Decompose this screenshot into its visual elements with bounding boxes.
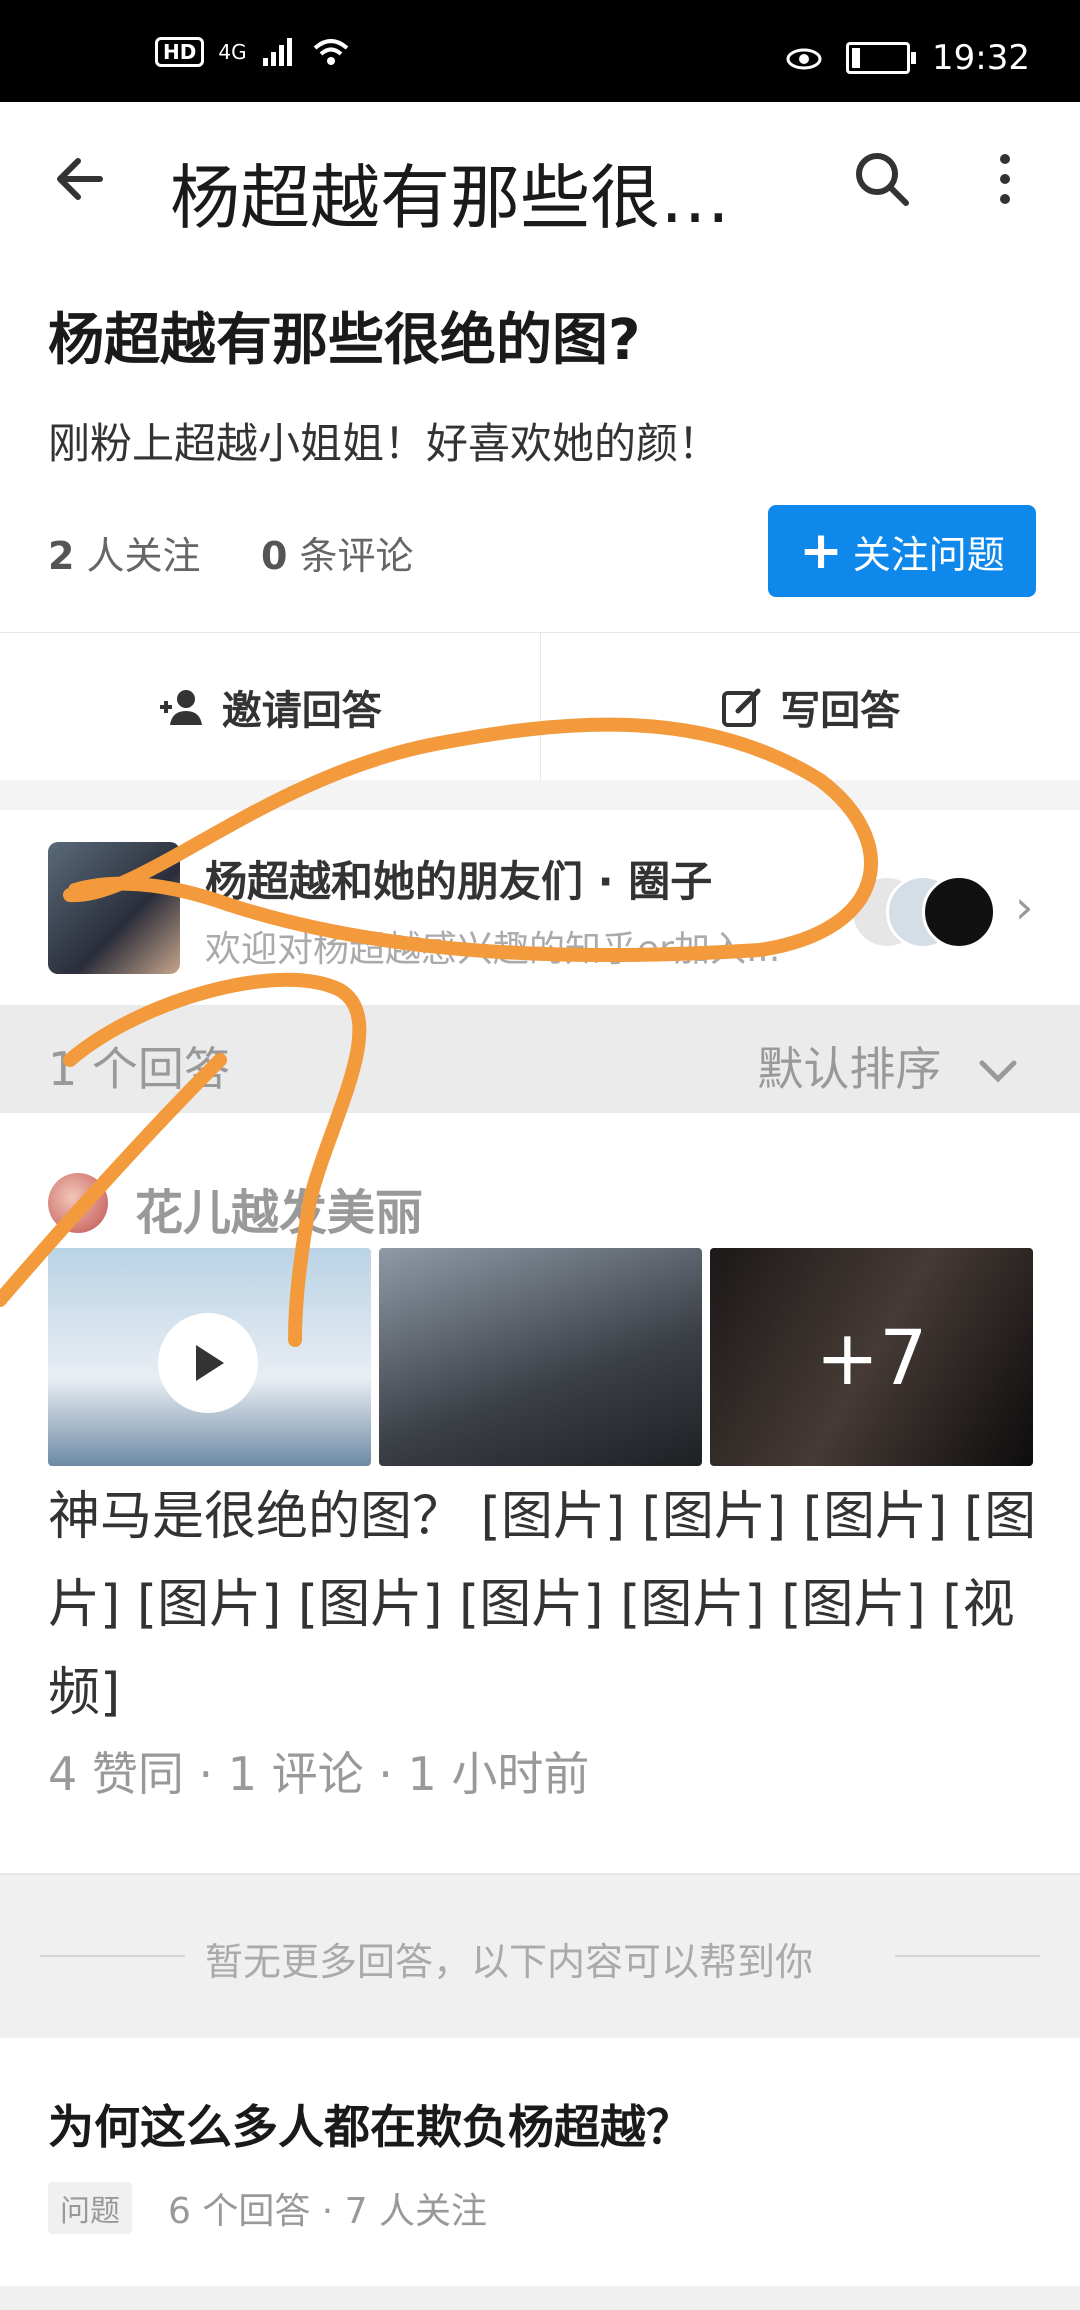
answer-video-thumbnail[interactable] (48, 1248, 371, 1466)
invite-answer-label: 邀请回答 (221, 688, 382, 734)
no-more-answers: 暂无更多回答，以下内容可以帮到你 (0, 1873, 1080, 2038)
followers-label: 人关注 (86, 534, 201, 578)
app-bar: 杨超越有那些很… (0, 102, 1080, 270)
eye-icon (786, 48, 822, 70)
arrow-left-icon (57, 158, 103, 200)
answer-stats: 4 赞同 · 1 评论 · 1 小时前 (48, 1747, 590, 1801)
answers-count: 1 个回答 (48, 1042, 230, 1096)
answer-card[interactable]: 花儿越发美丽 +7 神马是很绝的图？ [图片] [图片] [图片] [图片] [… (0, 1113, 1080, 1873)
battery-icon (846, 42, 917, 74)
more-button[interactable] (990, 147, 1040, 227)
answer-image[interactable] (379, 1248, 702, 1466)
answer-author[interactable]: 花儿越发美丽 (135, 1173, 423, 1243)
search-icon (856, 153, 909, 206)
member-avatars (850, 875, 1000, 949)
related-question-title[interactable]: 为何这么多人都在欺负杨超越？ (48, 2091, 692, 2157)
play-icon (196, 1345, 224, 1381)
edit-icon (722, 688, 761, 727)
answer-image[interactable]: +7 (710, 1248, 1033, 1466)
question-meta: 2 人关注 0 条评论 (48, 525, 414, 580)
comments-label[interactable]: 条评论 (300, 534, 414, 578)
divider-line (895, 1955, 1040, 1957)
divider-line (40, 1955, 185, 1957)
no-more-text: 暂无更多回答，以下内容可以帮到你 (205, 1940, 814, 1984)
related-question-meta: 6 个回答 · 7 人关注 (168, 2191, 488, 2232)
avatar (922, 875, 996, 949)
more-vertical-icon (1000, 154, 1010, 204)
question-tag: 问题 (48, 2182, 132, 2234)
network-type: 4G (218, 40, 247, 64)
question-description: 刚粉上超越小姐姐！好喜欢她的颜！ (48, 419, 721, 468)
avatar[interactable] (48, 1173, 108, 1233)
write-answer-button[interactable]: 写回答 (541, 633, 1080, 781)
hd-indicator: HD (155, 37, 205, 67)
circle-card[interactable]: 杨超越和她的朋友们 · 圈子 欢迎对杨超越感兴趣的知乎er加入... › (0, 810, 1080, 1005)
add-person-icon (159, 690, 202, 725)
battery-fill (852, 48, 861, 68)
signal-icon (262, 38, 292, 66)
circle-name: 杨超越和她的朋友们 · 圈子 (205, 857, 713, 906)
status-time: 19:32 (932, 38, 1030, 78)
more-images-count: +7 (710, 1248, 1033, 1466)
question-title: 杨超越有那些很绝的图? (48, 308, 641, 373)
sort-label: 默认排序 (757, 1042, 942, 1096)
search-button[interactable] (850, 147, 930, 227)
section-gap (0, 780, 1080, 810)
chevron-right-icon: › (1015, 880, 1034, 934)
plus-icon: + (799, 521, 843, 581)
related-question[interactable]: 为何这么多人都在欺负杨超越？ 问题 6 个回答 · 7 人关注 (0, 2036, 1080, 2286)
answer-actions: 邀请回答 写回答 (0, 632, 1080, 781)
write-answer-label: 写回答 (780, 688, 901, 734)
follow-question-button[interactable]: + 关注问题 (768, 505, 1036, 597)
status-bar: HD 4G 19:32 (0, 0, 1080, 102)
followers-count: 2 (48, 534, 75, 578)
circle-thumbnail (48, 842, 180, 974)
answer-images: +7 (48, 1248, 1033, 1466)
chevron-down-icon (979, 1060, 1017, 1083)
wifi-icon (313, 39, 348, 65)
invite-answer-button[interactable]: 邀请回答 (0, 633, 540, 781)
answers-header: 1 个回答 默认排序 (0, 1005, 1080, 1113)
follow-question-label: 关注问题 (852, 532, 1005, 577)
comments-count[interactable]: 0 (261, 534, 287, 578)
app-bar-title: 杨超越有那些很… (170, 157, 730, 239)
answer-excerpt[interactable]: 神马是很绝的图？ [图片] [图片] [图片] [图片] [图片] [图片] [… (48, 1473, 1048, 1737)
play-button[interactable] (158, 1313, 258, 1413)
sort-dropdown[interactable]: 默认排序 (757, 1033, 1020, 1099)
section-gap (0, 2286, 1080, 2310)
circle-subtitle: 欢迎对杨超越感兴趣的知乎er加入... (205, 929, 781, 970)
back-button[interactable] (50, 147, 130, 227)
